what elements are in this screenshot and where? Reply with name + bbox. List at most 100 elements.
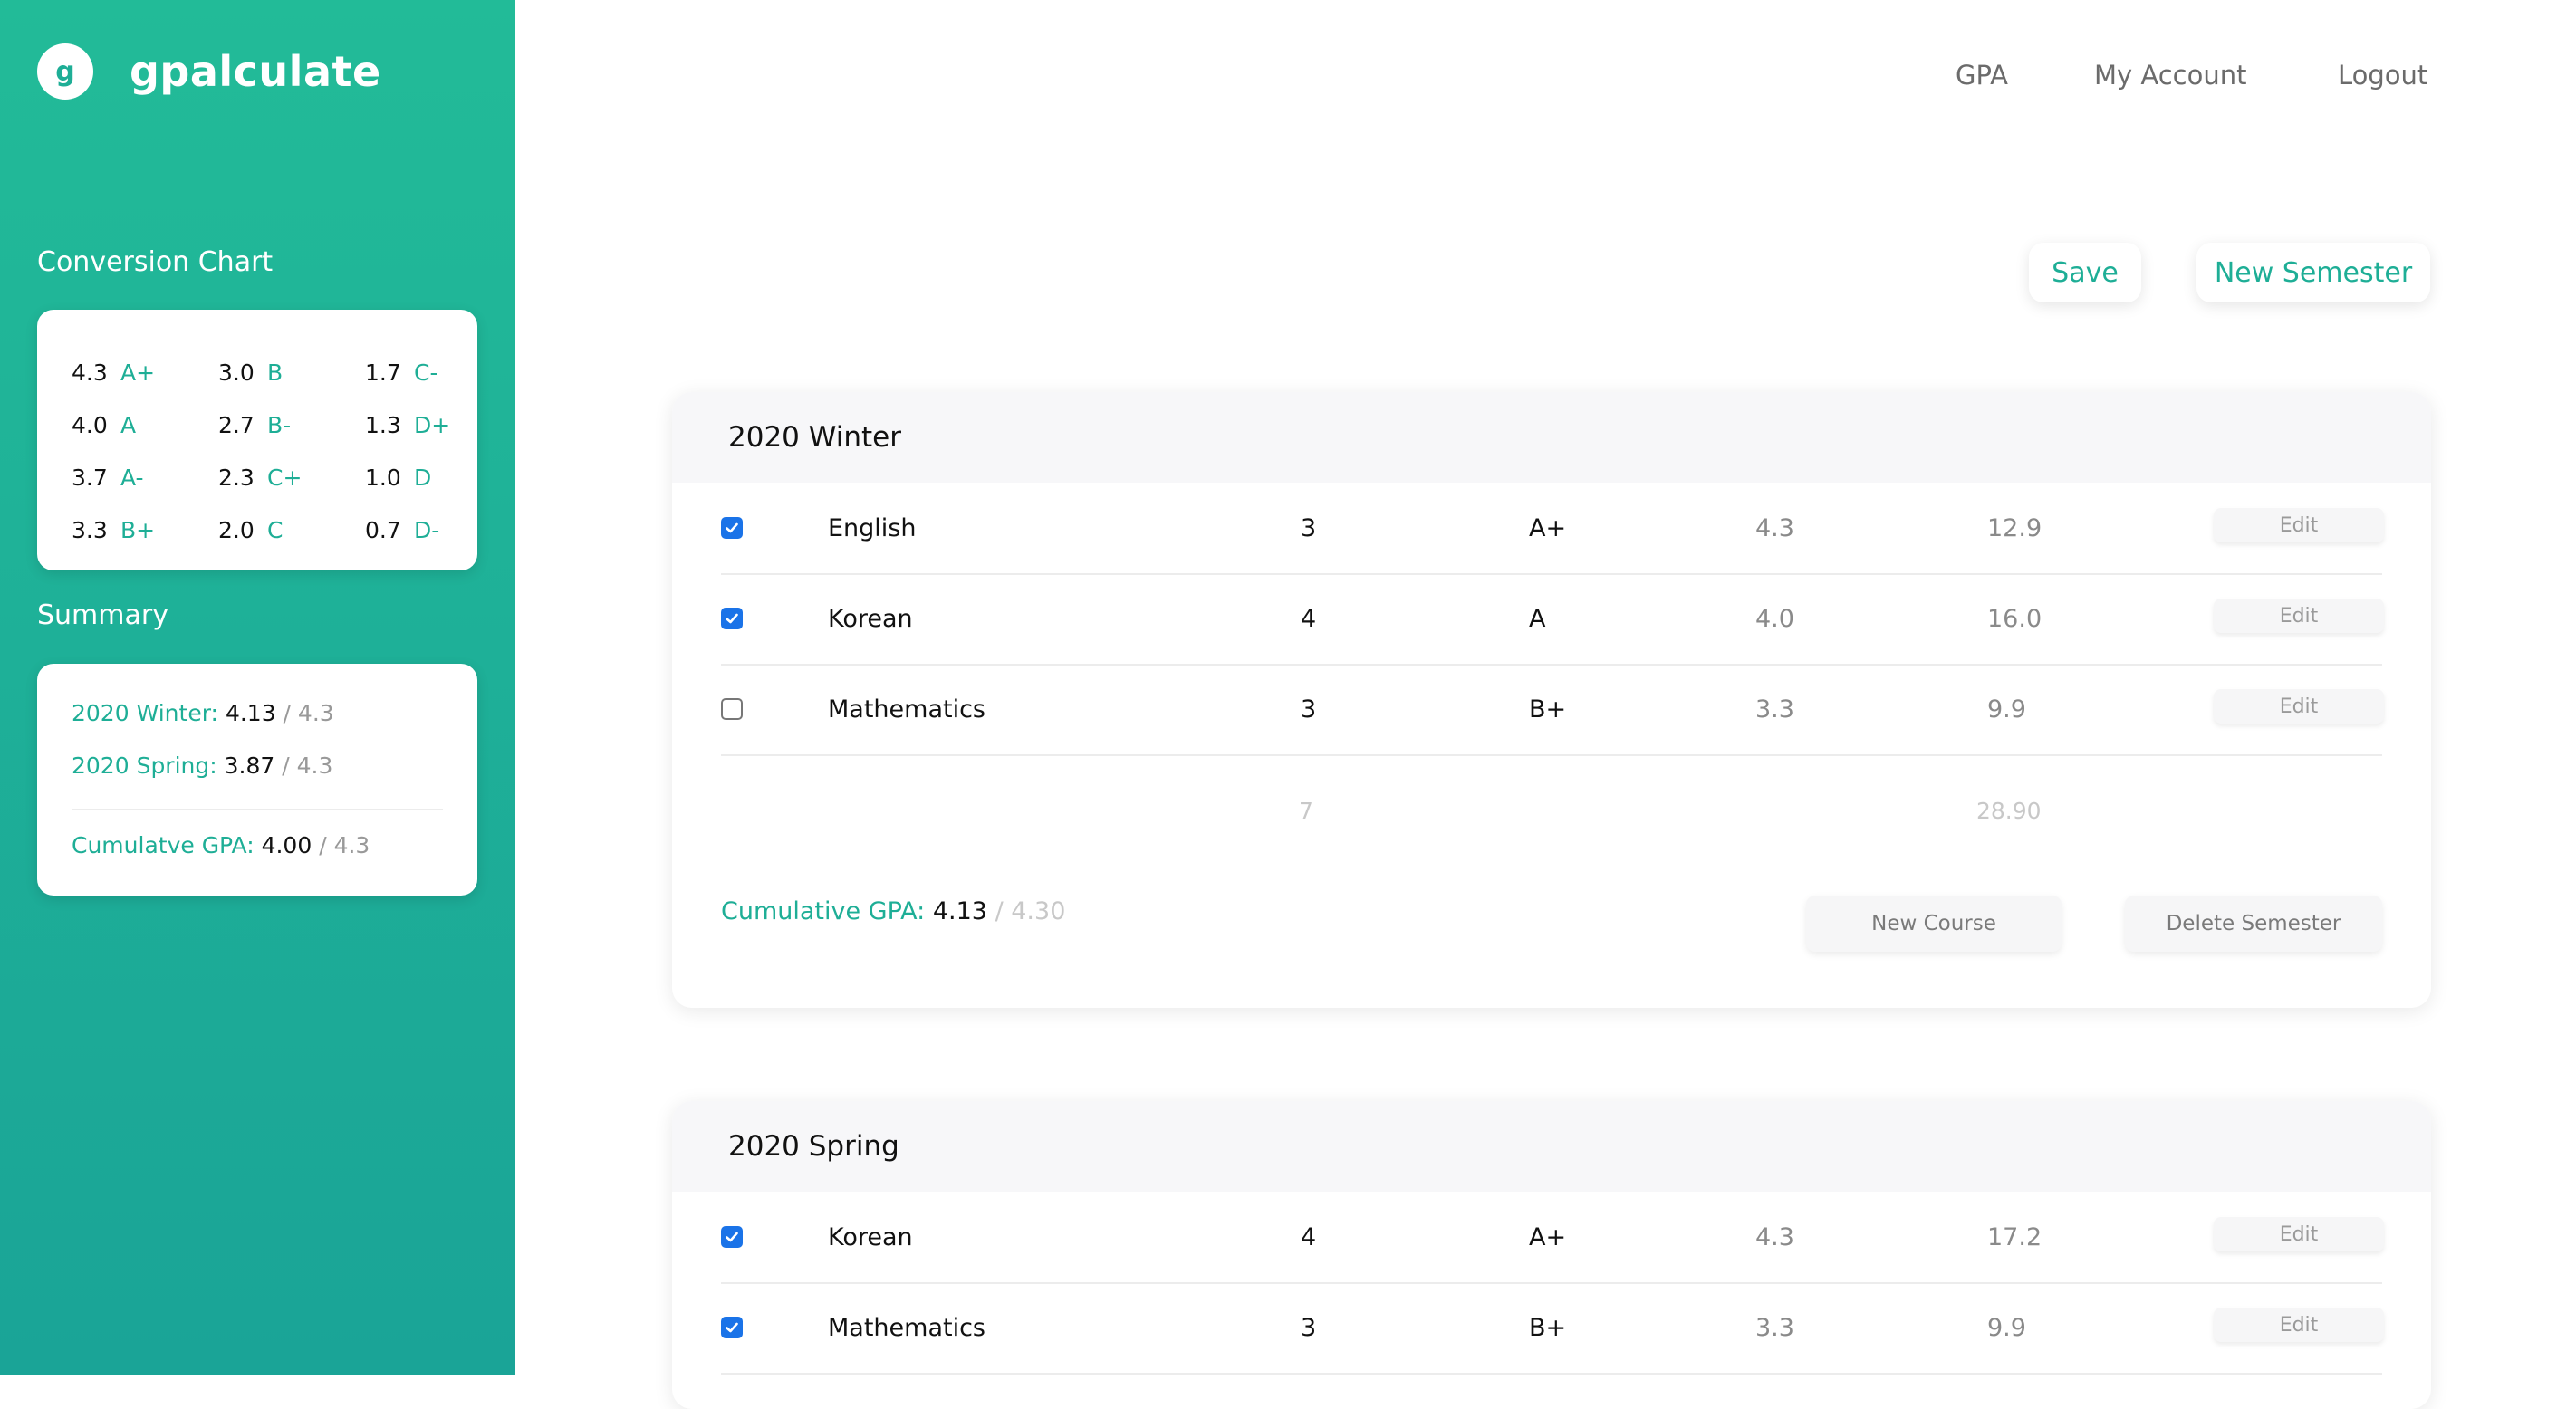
conversion-grade: D- xyxy=(414,516,440,543)
edit-course-button[interactable]: Edit xyxy=(2214,599,2384,633)
conversion-entry: 3.7 A- xyxy=(72,451,218,503)
course-credits: 3 xyxy=(1301,513,1317,542)
save-button[interactable]: Save xyxy=(2029,243,2141,302)
course-row: Korean 4 A+ 4.3 17.2 Edit xyxy=(721,1192,2384,1284)
conversion-value: 2.7 xyxy=(218,411,255,438)
conversion-entry: 1.3 D+ xyxy=(365,398,512,451)
course-credits: 3 xyxy=(1301,1313,1317,1342)
nav-my-account[interactable]: My Account xyxy=(2094,60,2247,91)
conversion-value: 1.0 xyxy=(365,464,401,491)
conversion-value: 4.0 xyxy=(72,411,108,438)
app-name: gpalculate xyxy=(130,47,381,96)
course-grade-points: 3.3 xyxy=(1755,1313,1794,1342)
conversion-entry: 4.3 A+ xyxy=(72,346,218,398)
conversion-grade: B+ xyxy=(120,516,156,543)
course-total-points: 12.9 xyxy=(1987,513,2043,542)
conversion-entry: 1.7 C- xyxy=(365,346,512,398)
semester-title: 2020 Spring xyxy=(672,1101,2431,1192)
summary-divider xyxy=(72,809,443,810)
course-grade: A+ xyxy=(1529,1222,1567,1251)
semester-cumulative-gpa: Cumulative GPA: 4.13 / 4.30 xyxy=(721,897,1066,925)
course-grade: A+ xyxy=(1529,513,1567,542)
logo-icon: g xyxy=(37,43,93,100)
course-credits: 4 xyxy=(1301,1222,1317,1251)
new-course-button[interactable]: New Course xyxy=(1806,896,2062,952)
course-include-checkbox[interactable] xyxy=(721,1226,743,1248)
conversion-grade: A xyxy=(120,411,137,438)
course-name: Korean xyxy=(828,604,913,633)
check-icon xyxy=(726,522,738,533)
summary-title: Summary xyxy=(37,599,168,631)
delete-semester-button[interactable]: Delete Semester xyxy=(2125,896,2382,952)
sidebar: g gpalculate Conversion Chart 4.3 A+ 3.0 B 1… xyxy=(0,0,515,1375)
conversion-entry: 0.7 D- xyxy=(365,503,512,556)
conversion-grade: C xyxy=(267,516,284,543)
conversion-value: 3.7 xyxy=(72,464,108,491)
semester-card: 2020 Spring Korean 4 A+ 4.3 17.2 Edit Mathemat… xyxy=(672,1101,2431,1409)
conversion-value: 3.0 xyxy=(218,359,255,386)
course-row: Korean 4 A 4.0 16.0 Edit xyxy=(721,573,2384,666)
total-points: 28.90 xyxy=(1976,798,2042,824)
course-include-checkbox[interactable] xyxy=(721,1317,743,1338)
conversion-entry: 2.3 C+ xyxy=(218,451,365,503)
semester-title: 2020 Winter xyxy=(672,392,2431,483)
edit-course-button[interactable]: Edit xyxy=(2214,689,2384,724)
course-row: Mathematics 3 B+ 3.3 9.9 Edit xyxy=(721,664,2384,756)
course-total-points: 9.9 xyxy=(1987,1313,2026,1342)
conversion-entry: 3.3 B+ xyxy=(72,503,218,556)
course-name: Mathematics xyxy=(828,1313,985,1342)
course-credits: 3 xyxy=(1301,695,1317,724)
semester-card: 2020 Winter English 3 A+ 4.3 12.9 Edit Korean 4… xyxy=(672,392,2431,1008)
course-grade: B+ xyxy=(1529,695,1567,724)
course-row: English 3 A+ 4.3 12.9 Edit xyxy=(721,483,2384,575)
course-grade-points: 4.3 xyxy=(1755,1222,1794,1251)
course-total-points: 16.0 xyxy=(1987,604,2043,633)
nav-logout[interactable]: Logout xyxy=(2338,60,2427,91)
course-name: Mathematics xyxy=(828,695,985,724)
conversion-grade: B xyxy=(267,359,284,386)
course-total-points: 17.2 xyxy=(1987,1222,2043,1251)
edit-course-button[interactable]: Edit xyxy=(2214,1217,2384,1251)
course-row: Mathematics 3 B+ 3.3 9.9 Edit xyxy=(721,1282,2384,1375)
course-credits: 4 xyxy=(1301,604,1317,633)
course-grade: A xyxy=(1529,604,1546,633)
nav-gpa[interactable]: GPA xyxy=(1956,60,2008,91)
check-icon xyxy=(726,1232,738,1242)
conversion-value: 4.3 xyxy=(72,359,108,386)
course-include-checkbox[interactable] xyxy=(721,698,743,720)
conversion-chart-card: 4.3 A+ 3.0 B 1.7 C- 4.0 A 2.7 B- 1.3 D+ 3.7 A- 2.3 C+ 1.… xyxy=(37,310,477,570)
conversion-entry: 3.0 B xyxy=(218,346,365,398)
new-semester-button[interactable]: New Semester xyxy=(2196,243,2430,302)
conversion-value: 2.0 xyxy=(218,516,255,543)
summary-semester-1: 2020 Spring: 3.87 / 4.3 xyxy=(72,752,333,779)
course-include-checkbox[interactable] xyxy=(721,608,743,629)
summary-cumulative: Cumulatve GPA: 4.00 / 4.3 xyxy=(72,832,370,858)
conversion-grade: D+ xyxy=(414,411,451,438)
summary-card: 2020 Winter: 4.13 / 4.3 2020 Spring: 3.8… xyxy=(37,664,477,896)
check-icon xyxy=(726,1322,738,1333)
conversion-grade: A+ xyxy=(120,359,156,386)
conversion-grade: A- xyxy=(120,464,144,491)
conversion-grade: B- xyxy=(267,411,292,438)
course-include-checkbox[interactable] xyxy=(721,517,743,539)
course-name: English xyxy=(828,513,917,542)
conversion-value: 2.3 xyxy=(218,464,255,491)
conversion-grid: 4.3 A+ 3.0 B 1.7 C- 4.0 A 2.7 B- 1.3 D+ 3.7 A- 2.3 C+ 1.… xyxy=(72,346,459,556)
edit-course-button[interactable]: Edit xyxy=(2214,1308,2384,1342)
summary-semester-0: 2020 Winter: 4.13 / 4.3 xyxy=(72,700,334,726)
edit-course-button[interactable]: Edit xyxy=(2214,508,2384,542)
course-total-points: 9.9 xyxy=(1987,695,2026,724)
conversion-grade: C+ xyxy=(267,464,303,491)
conversion-entry: 2.0 C xyxy=(218,503,365,556)
conversion-entry: 2.7 B- xyxy=(218,398,365,451)
conversion-entry: 4.0 A xyxy=(72,398,218,451)
conversion-grade: D xyxy=(414,464,432,491)
course-name: Korean xyxy=(828,1222,913,1251)
course-grade: B+ xyxy=(1529,1313,1567,1342)
course-grade-points: 4.0 xyxy=(1755,604,1794,633)
total-credits: 7 xyxy=(1299,798,1313,824)
conversion-value: 1.3 xyxy=(365,411,401,438)
check-icon xyxy=(726,613,738,624)
conversion-grade: C- xyxy=(414,359,438,386)
conversion-value: 3.3 xyxy=(72,516,108,543)
